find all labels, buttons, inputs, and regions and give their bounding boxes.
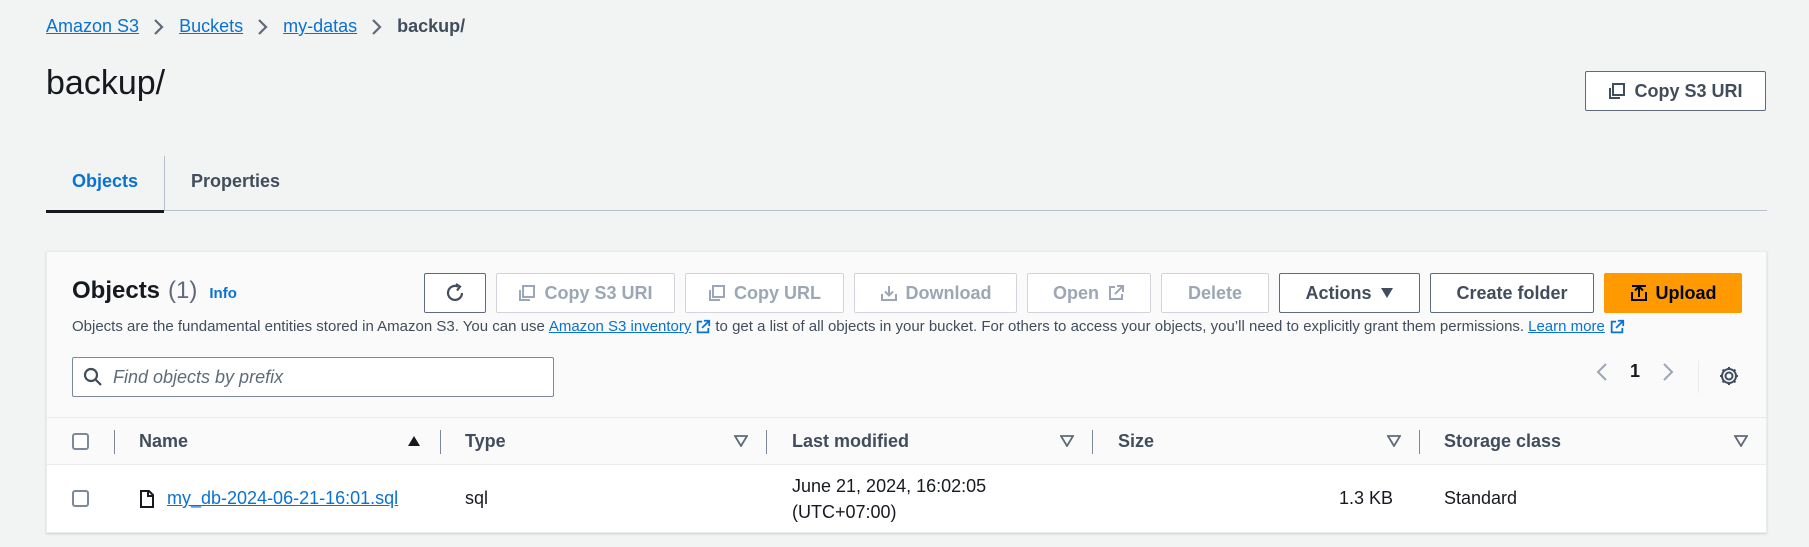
- name-cell: my_db-2024-06-21-16:01.sql: [139, 465, 398, 532]
- sort-ascending-icon[interactable]: [407, 435, 421, 447]
- copy-s3-uri-label: Copy S3 URI: [1634, 80, 1743, 101]
- actions-label: Actions: [1305, 282, 1372, 303]
- settings-gear-icon[interactable]: [1718, 365, 1740, 387]
- inventory-link[interactable]: Amazon S3 inventory: [549, 318, 692, 335]
- objects-title: Objects: [72, 277, 161, 304]
- pagination-divider: [1698, 361, 1699, 393]
- info-link[interactable]: Info: [209, 285, 237, 302]
- copy-s3-uri-button[interactable]: Copy S3 URI: [1585, 71, 1766, 111]
- sort-icon[interactable]: [734, 435, 748, 447]
- column-header-type[interactable]: Type: [465, 418, 506, 464]
- upload-icon: [1630, 284, 1648, 302]
- sort-icon[interactable]: [1387, 435, 1401, 447]
- objects-description: Objects are the fundamental entities sto…: [72, 318, 1625, 335]
- caret-down-icon: [1380, 287, 1394, 299]
- last-modified-cell: June 21, 2024, 16:02:05 (UTC+07:00): [792, 465, 986, 532]
- pagination: 1: [1596, 361, 1674, 382]
- table-header: Name Type Last modified Size Storage cla…: [47, 417, 1766, 465]
- external-link-icon: [1107, 284, 1125, 302]
- refresh-button[interactable]: [424, 273, 486, 313]
- breadcrumb-buckets[interactable]: Buckets: [179, 16, 243, 37]
- page-title: backup/: [46, 64, 166, 102]
- copy-icon: [708, 284, 726, 302]
- search-icon: [83, 367, 103, 387]
- external-link-icon: [695, 319, 711, 335]
- breadcrumb: Amazon S3 Buckets my-datas backup/: [46, 16, 465, 37]
- download-label: Download: [905, 282, 992, 303]
- tab-list: Objects Properties: [46, 152, 1767, 213]
- download-icon: [880, 284, 898, 302]
- delete-button[interactable]: Delete: [1161, 273, 1269, 313]
- column-header-storage-class[interactable]: Storage class: [1444, 418, 1561, 464]
- download-button[interactable]: Download: [854, 273, 1017, 313]
- search-input[interactable]: [113, 366, 533, 388]
- size-cell: 1.3 KB: [1338, 488, 1393, 508]
- column-header-last-modified[interactable]: Last modified: [792, 418, 909, 464]
- delete-label: Delete: [1187, 282, 1243, 303]
- object-name-link[interactable]: my_db-2024-06-21-16:01.sql: [167, 488, 398, 509]
- chevron-right-icon: [371, 18, 383, 36]
- copy-url-label: Copy URL: [734, 282, 821, 303]
- column-divider: [1419, 430, 1420, 454]
- upload-button[interactable]: Upload: [1604, 273, 1742, 313]
- copy-s3-uri-button-disabled[interactable]: Copy S3 URI: [496, 273, 675, 313]
- upload-label: Upload: [1655, 282, 1717, 303]
- next-page-icon[interactable]: [1662, 362, 1674, 382]
- column-divider: [114, 430, 115, 454]
- breadcrumb-amazon-s3[interactable]: Amazon S3: [46, 16, 139, 37]
- row-checkbox[interactable]: [72, 490, 89, 507]
- objects-panel-header: Objects (1) Info Copy S3 URI Copy URL Do…: [47, 252, 1766, 417]
- copy-icon: [518, 284, 536, 302]
- file-icon: [139, 489, 155, 509]
- type-cell: sql: [465, 488, 489, 508]
- table-row: my_db-2024-06-21-16:01.sql sql June 21, …: [47, 465, 1766, 532]
- search-box: [72, 357, 554, 397]
- last-modified-date: June 21, 2024, 16:02:05: [792, 475, 987, 496]
- sort-icon[interactable]: [1734, 435, 1748, 447]
- breadcrumb-current: backup/: [397, 16, 466, 36]
- description-text: to get a list of all objects in your buc…: [715, 318, 1525, 335]
- storage-class-cell: Standard: [1444, 488, 1518, 508]
- column-header-name[interactable]: Name: [139, 418, 188, 464]
- breadcrumb-bucket[interactable]: my-datas: [283, 16, 357, 37]
- page-number[interactable]: 1: [1630, 361, 1640, 382]
- tab-objects[interactable]: Objects: [46, 152, 165, 213]
- sort-icon[interactable]: [1060, 435, 1074, 447]
- column-divider: [440, 430, 441, 454]
- open-button[interactable]: Open: [1027, 273, 1151, 313]
- chevron-right-icon: [153, 18, 165, 36]
- chevron-right-icon: [257, 18, 269, 36]
- tab-properties[interactable]: Properties: [165, 152, 306, 211]
- select-all-cell: [72, 418, 89, 464]
- copy-s3-uri-label: Copy S3 URI: [544, 282, 653, 303]
- open-label: Open: [1052, 282, 1099, 303]
- copy-icon: [1608, 82, 1626, 100]
- create-folder-button[interactable]: Create folder: [1430, 273, 1594, 313]
- column-divider: [766, 430, 767, 454]
- learn-more-link[interactable]: Learn more: [1528, 318, 1605, 335]
- objects-panel: Objects (1) Info Copy S3 URI Copy URL Do…: [46, 251, 1767, 533]
- create-folder-label: Create folder: [1456, 282, 1568, 303]
- last-modified-timezone: (UTC+07:00): [792, 501, 897, 522]
- actions-dropdown-button[interactable]: Actions: [1279, 273, 1420, 313]
- objects-table: Name Type Last modified Size Storage cla…: [47, 417, 1766, 532]
- previous-page-icon[interactable]: [1596, 362, 1608, 382]
- copy-url-button[interactable]: Copy URL: [685, 273, 844, 313]
- column-header-size[interactable]: Size: [1118, 418, 1154, 464]
- description-text: Objects are the fundamental entities sto…: [72, 318, 545, 335]
- objects-actions: Copy S3 URI Copy URL Download Open Delet…: [424, 273, 1742, 313]
- select-all-checkbox[interactable]: [72, 432, 89, 450]
- column-divider: [1092, 430, 1093, 454]
- objects-heading: Objects (1) Info: [72, 277, 237, 305]
- objects-count: (1): [168, 277, 198, 304]
- row-select-cell: [72, 465, 89, 532]
- external-link-icon: [1609, 319, 1625, 335]
- refresh-icon: [444, 282, 466, 304]
